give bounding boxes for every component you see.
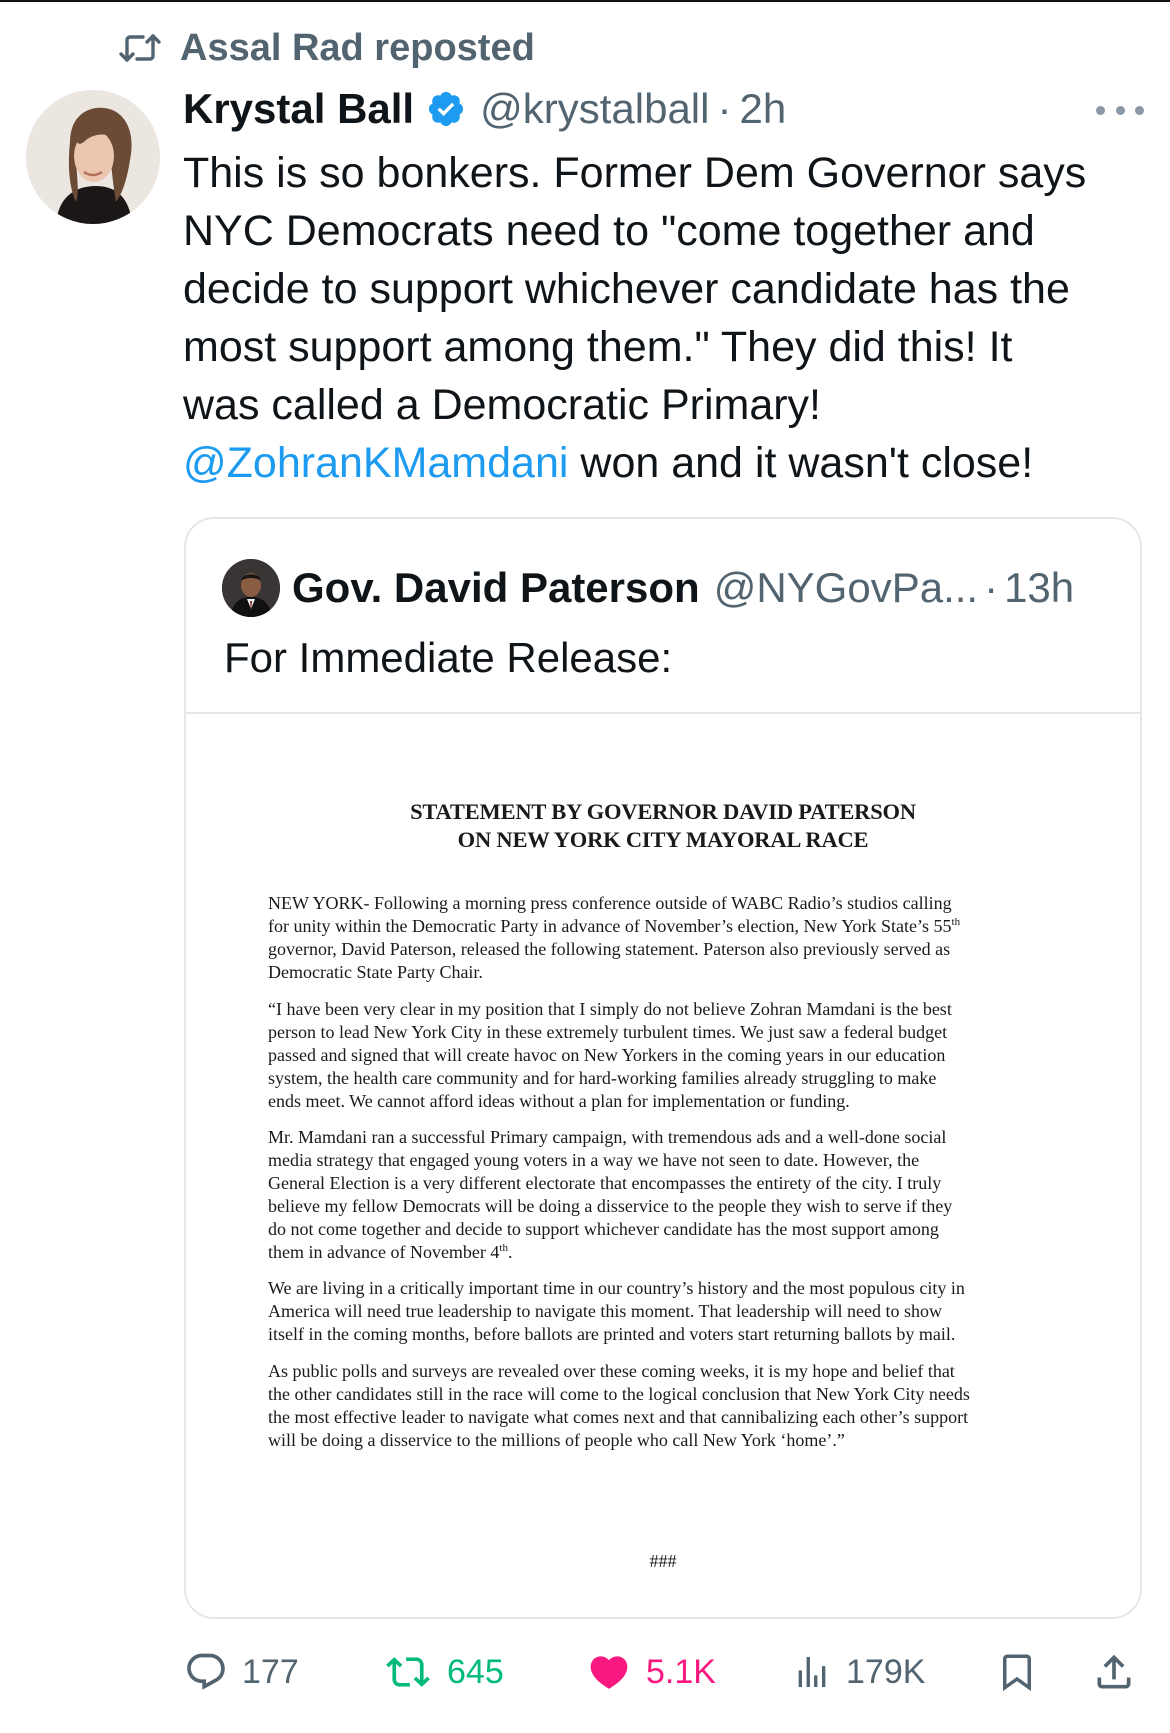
more-dot [1096, 105, 1105, 115]
heart-icon [590, 1656, 628, 1689]
paragraph-line: the most effective leader to navigate wh… [268, 1406, 969, 1427]
reply-count: 177 [242, 1652, 299, 1691]
views-button[interactable]: 179K [792, 1637, 925, 1707]
paragraph-line: believe my fellow Democrats will be doin… [268, 1195, 953, 1216]
repost-icon [386, 1657, 430, 1687]
paragraph-line: governor, David Paterson, released the f… [268, 938, 951, 959]
quoted-author-name[interactable]: Gov. David Paterson [292, 564, 700, 612]
repost-icon [118, 30, 162, 66]
views-icon [798, 1657, 826, 1687]
tweet-text-line: most support among them." They did this!… [183, 323, 1013, 371]
reply-button[interactable]: 177 [184, 1637, 299, 1707]
verified-badge-icon [429, 91, 464, 127]
paragraph-line: General Election is a very different ele… [268, 1172, 942, 1193]
bookmark-icon [1003, 1654, 1031, 1692]
statement-paragraph: As public polls and surveys are revealed… [268, 1360, 1068, 1452]
author-name[interactable]: Krystal Ball [183, 85, 414, 133]
ordinal-suffix: th [951, 915, 961, 928]
paragraph-fragment: for unity within the Democratic Party in… [268, 915, 952, 936]
repost-label: Assal Rad reposted [180, 26, 535, 69]
tweet-header: Krystal Ball @krystalball · 2h [183, 82, 786, 136]
tweet-text-line: NYC Democrats need to "come together and [183, 207, 1035, 255]
author-handle[interactable]: @krystalball [480, 85, 709, 133]
statement-paragraph: “I have been very clear in my position t… [268, 998, 1068, 1113]
quoted-tweet-card[interactable]: Gov. David Paterson @NYGovPa... · 13h Fo… [184, 517, 1142, 1619]
paragraph-line: will be doing a disservice to the millio… [268, 1429, 845, 1450]
paragraph-line: passed and signed that will create havoc… [268, 1044, 946, 1065]
paragraph-line: “I have been very clear in my position t… [268, 999, 952, 1019]
tweet-text-line: This is so bonkers. Former Dem Governor … [183, 149, 1087, 197]
repost-context[interactable]: Assal Rad reposted [118, 24, 535, 72]
quoted-tweet-header: Gov. David Paterson @NYGovPa... · 13h [222, 555, 1074, 621]
mention-link[interactable]: @ZohranKMamdani [183, 439, 568, 487]
paragraph-line: ends meet. We cannot afford ideas withou… [268, 1090, 850, 1111]
paragraph-line: do not come together and decide to suppo… [268, 1218, 939, 1239]
paragraph-line: NEW YORK- Following a morning press conf… [268, 893, 952, 913]
paragraph-line: person to lead New York City in these ex… [268, 1021, 948, 1042]
quoted-tweet-text: For Immediate Release: [224, 634, 673, 681]
paragraph-line: As public polls and surveys are revealed… [268, 1361, 955, 1381]
tweet-text-line: decide to support whichever candidate ha… [183, 265, 1070, 313]
paragraph-line: Democratic State Party Chair. [268, 961, 483, 982]
paragraph-line: media strategy that engaged young voters… [268, 1149, 920, 1170]
paragraph-line: them in advance of November 4th. [268, 1241, 1068, 1264]
statement-paragraph: NEW YORK- Following a morning press conf… [268, 892, 1068, 984]
like-count: 5.1K [646, 1652, 716, 1691]
statement-title: STATEMENT BY GOVERNOR DAVID PATERSON [410, 799, 916, 824]
share-button[interactable] [1092, 1637, 1136, 1707]
view-count: 179K [846, 1652, 926, 1691]
repost-count: 645 [447, 1652, 504, 1691]
quoted-author-avatar[interactable] [222, 559, 280, 617]
more-dot [1115, 105, 1125, 115]
end-mark: ### [649, 1551, 677, 1571]
top-edge-rule [0, 0, 1170, 2]
statement-paragraph: We are living in a critically important … [268, 1277, 1068, 1346]
tweet-text-fragment: won and it wasn't close! [568, 439, 1034, 487]
separator-dot: · [984, 564, 999, 611]
press-release-image[interactable]: STATEMENT BY GOVERNOR DAVID PATERSON ON … [186, 714, 1140, 1617]
more-dot [1135, 105, 1144, 115]
separator-dot: · [717, 85, 732, 132]
paragraph-line: America will need true leadership to nav… [268, 1300, 942, 1321]
tweet-text-line: @ZohranKMamdani won and it wasn't close! [183, 434, 1153, 492]
tweet-text: This is so bonkers. Former Dem Governor … [183, 144, 1153, 492]
reply-icon [187, 1653, 225, 1690]
share-icon [1097, 1654, 1131, 1689]
paragraph-fragment: . [507, 1241, 513, 1262]
paragraph-line: itself in the coming months, before ball… [268, 1323, 956, 1344]
tweet-text-line: was called a Democratic Primary! [183, 381, 822, 429]
paragraph-line: Mr. Mamdani ran a successful Primary cam… [268, 1127, 947, 1147]
more-options-icon[interactable] [1096, 98, 1144, 122]
statement-subtitle: ON NEW YORK CITY MAYORAL RACE [457, 827, 869, 852]
quoted-author-handle[interactable]: @NYGovPa... [714, 564, 978, 612]
statement-paragraph: Mr. Mamdani ran a successful Primary cam… [268, 1126, 1068, 1263]
repost-button[interactable]: 645 [383, 1637, 504, 1707]
paragraph-line: the other candidates still in the race w… [268, 1383, 970, 1404]
quoted-post-time[interactable]: 13h [1004, 564, 1074, 612]
author-avatar[interactable] [26, 90, 160, 224]
ordinal-suffix: th [499, 1241, 508, 1254]
paragraph-line: for unity within the Democratic Party in… [268, 915, 1068, 938]
bookmark-button[interactable] [996, 1637, 1038, 1707]
paragraph-line: system, the health care community and fo… [268, 1067, 937, 1088]
paragraph-fragment: them in advance of November 4 [268, 1241, 500, 1262]
post-time[interactable]: 2h [739, 85, 786, 133]
tweet-action-bar: 177 645 5.1K 179K [0, 1637, 1170, 1707]
paragraph-line: We are living in a critically important … [268, 1278, 965, 1298]
like-button[interactable]: 5.1K [586, 1637, 716, 1707]
